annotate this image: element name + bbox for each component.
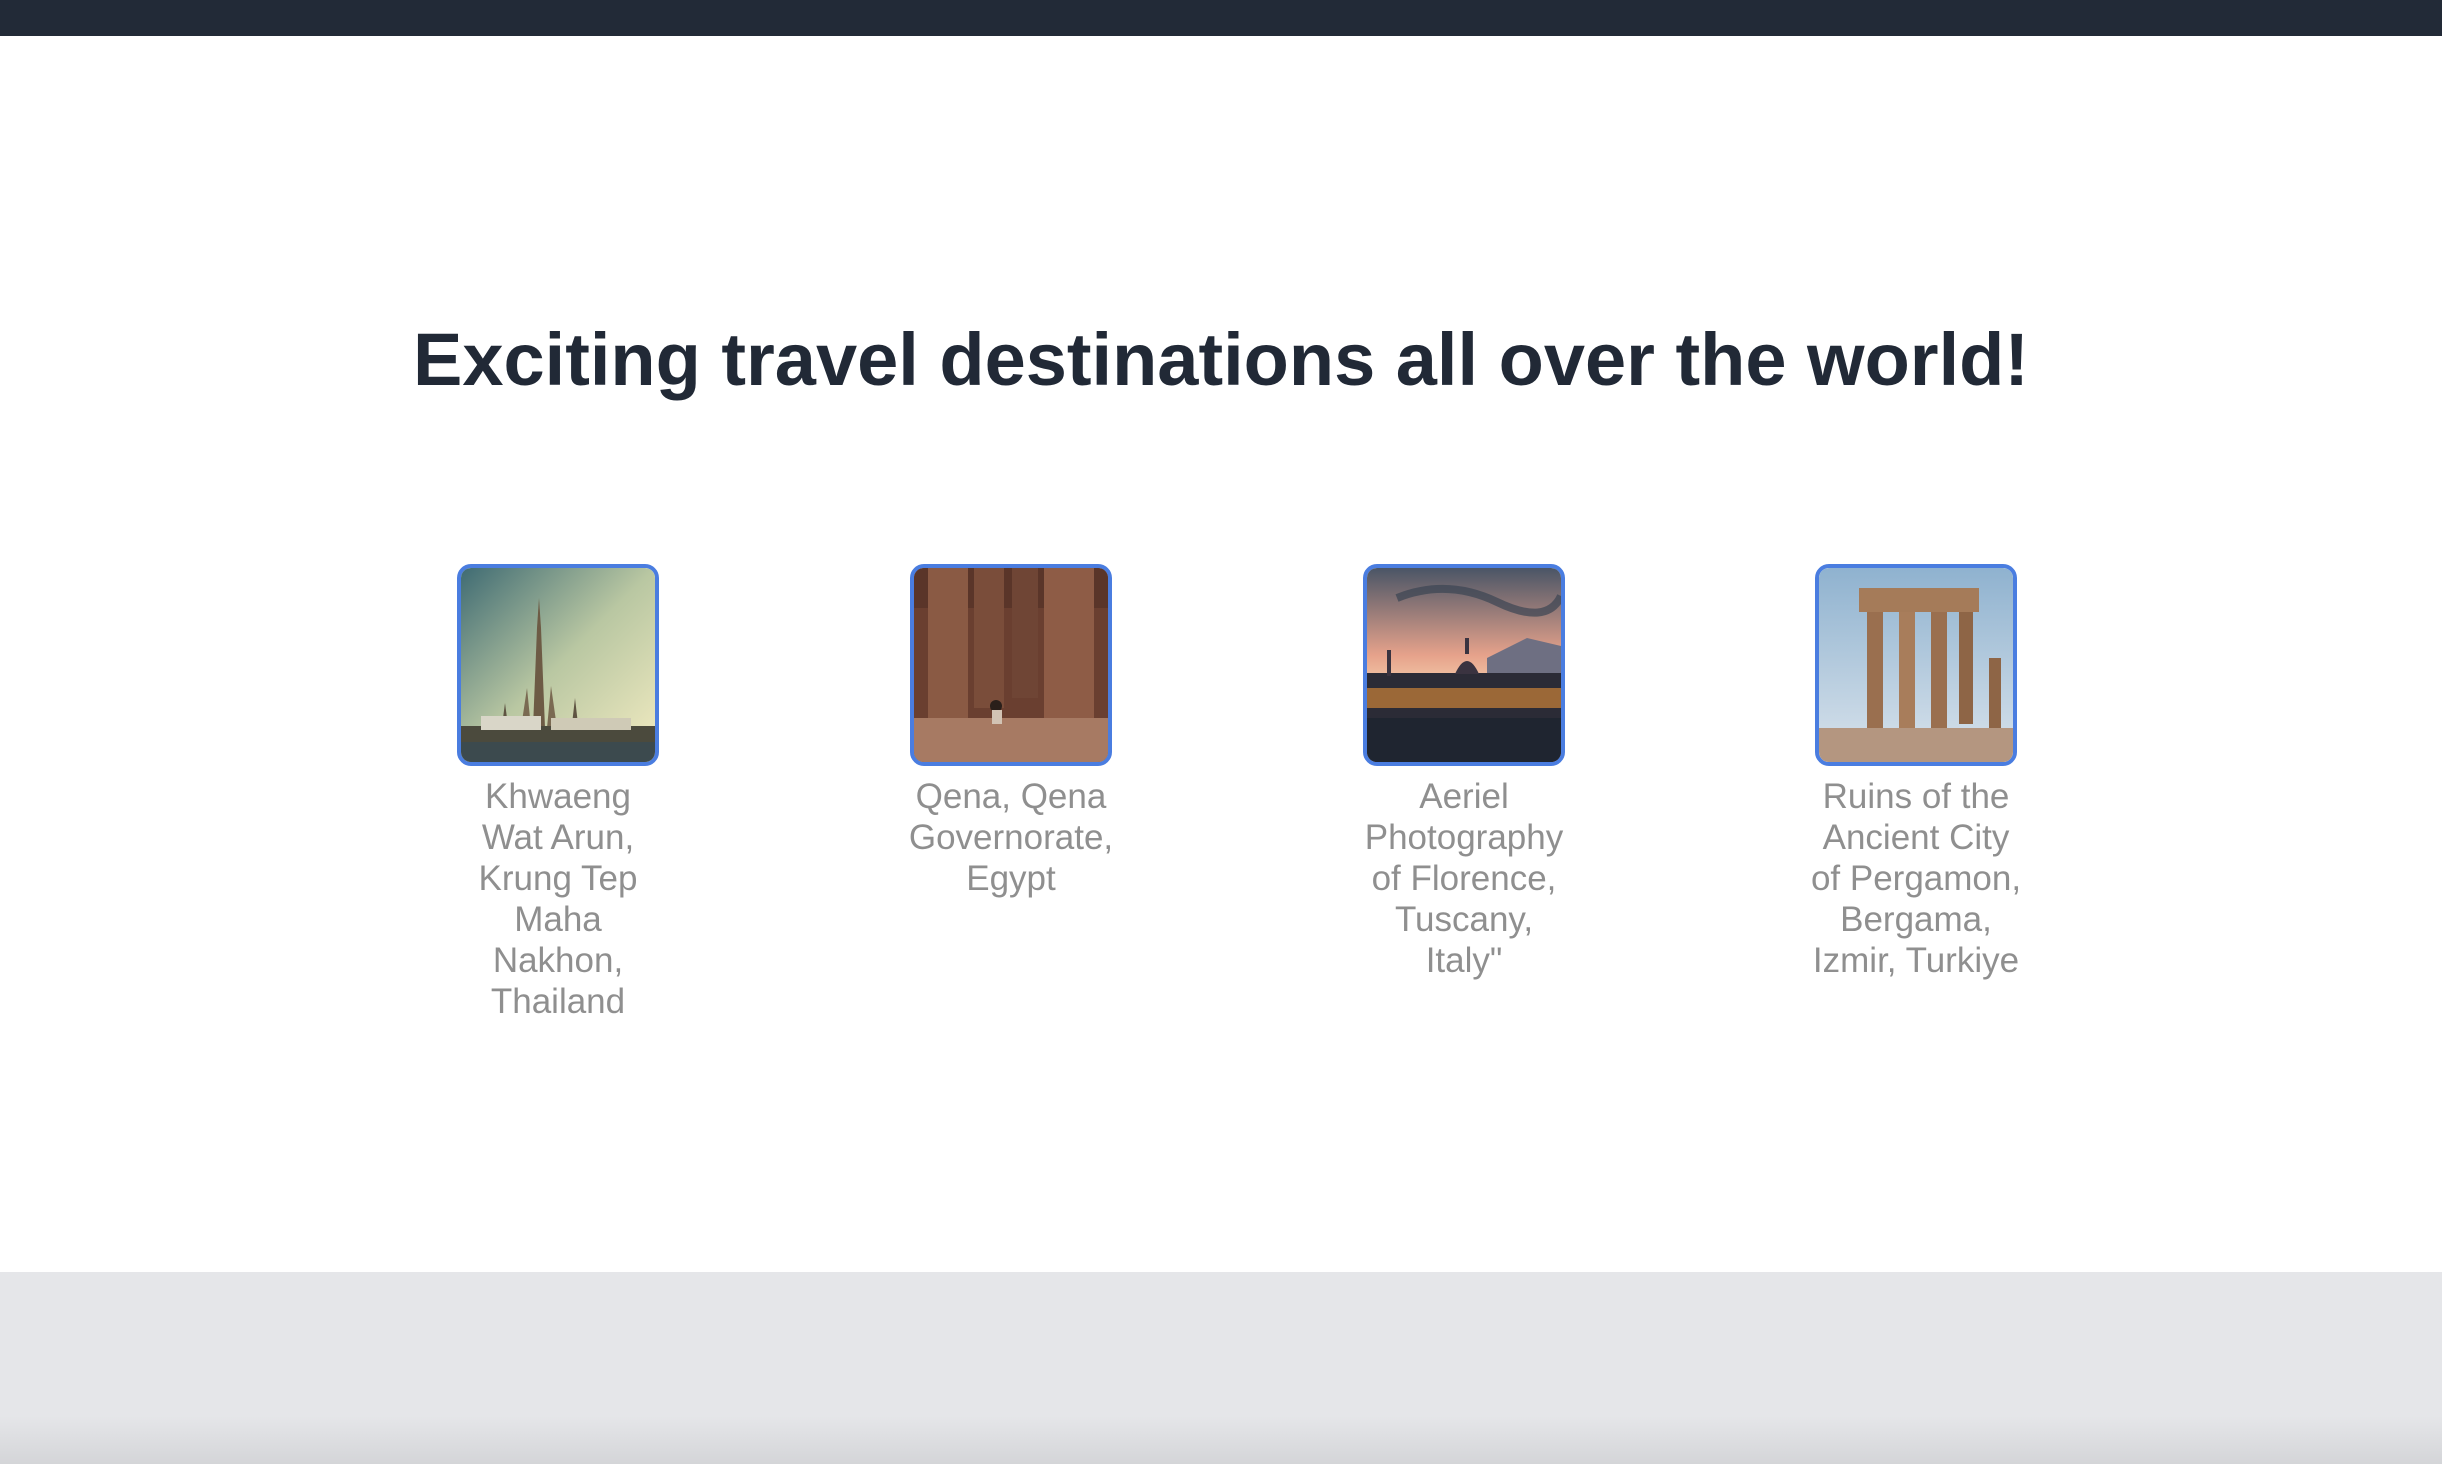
temple-columns-photo	[914, 568, 1108, 762]
page-headline: Exciting travel destinations all over th…	[412, 318, 2030, 401]
temple-photo	[461, 568, 655, 762]
destination-card-wat-arun[interactable]: Khwaeng Wat Arun, Krung Tep Maha Nakhon,…	[443, 564, 673, 1022]
destination-image-qena[interactable]	[910, 564, 1112, 766]
destination-image-florence[interactable]	[1363, 564, 1565, 766]
destination-caption: Qena, Qena Governorate, Egypt	[908, 777, 1114, 898]
destination-caption: Ruins of the Ancient City of Pergamon, B…	[1810, 777, 2022, 980]
destination-card-qena[interactable]: Qena, Qena Governorate, Egypt	[896, 564, 1126, 899]
destination-caption: Aeriel Photography of Florence, Tuscany,…	[1364, 777, 1564, 980]
top-bar	[0, 0, 2442, 36]
destination-image-pergamon[interactable]	[1815, 564, 2017, 766]
destination-caption: Khwaeng Wat Arun, Krung Tep Maha Nakhon,…	[478, 777, 638, 1021]
destination-image-wat-arun[interactable]	[457, 564, 659, 766]
main-section: Exciting travel destinations all over th…	[0, 36, 2442, 1272]
city-skyline-photo	[1367, 568, 1561, 762]
ancient-ruins-photo	[1819, 568, 2013, 762]
destination-card-pergamon[interactable]: Ruins of the Ancient City of Pergamon, B…	[1801, 564, 2031, 981]
destination-card-florence[interactable]: Aeriel Photography of Florence, Tuscany,…	[1349, 564, 1579, 981]
footer	[0, 1272, 2442, 1464]
